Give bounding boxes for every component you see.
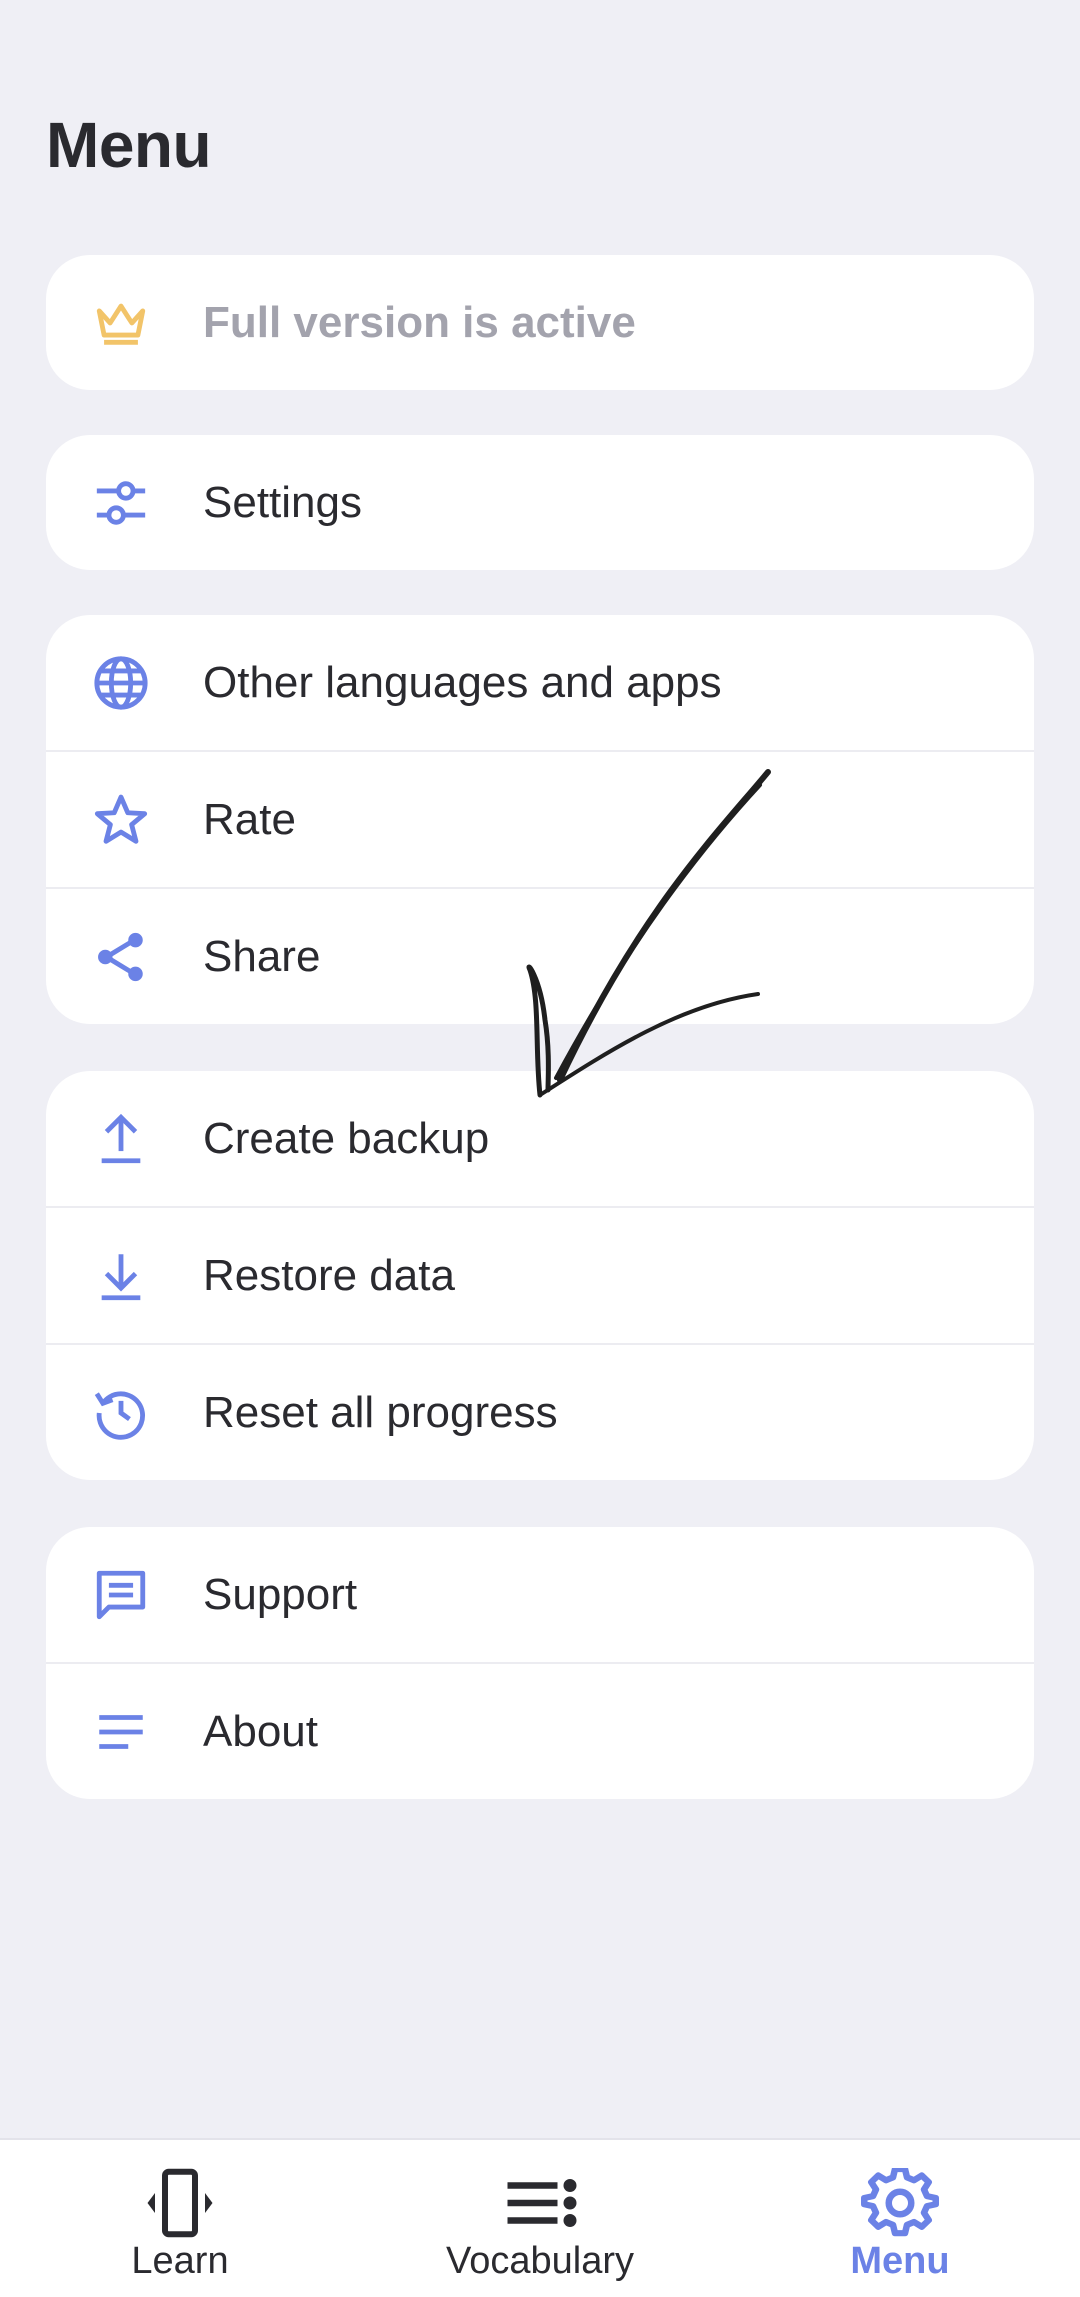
menu-item-full-version[interactable]: Full version is active	[46, 255, 1034, 390]
tab-label: Menu	[850, 2240, 950, 2282]
menu-item-restore-data[interactable]: Restore data	[46, 1206, 1034, 1343]
tab-vocabulary[interactable]: Vocabulary	[390, 2140, 690, 2297]
phone-swipe-icon	[140, 2168, 220, 2238]
page-title: Menu	[46, 109, 212, 181]
card-full-version: Full version is active	[46, 255, 1034, 390]
crown-icon	[92, 294, 150, 352]
menu-item-label: Rate	[203, 794, 296, 844]
menu-item-settings[interactable]: Settings	[46, 435, 1034, 570]
download-icon	[92, 1247, 150, 1305]
lines-icon	[92, 1703, 150, 1761]
menu-item-other-languages[interactable]: Other languages and apps	[46, 615, 1034, 750]
menu-item-reset-progress[interactable]: Reset all progress	[46, 1343, 1034, 1480]
gear-icon	[860, 2168, 940, 2238]
chat-icon	[92, 1566, 150, 1624]
menu-item-label: Restore data	[203, 1250, 455, 1300]
menu-item-label: Share	[203, 931, 321, 981]
share-icon	[92, 928, 150, 986]
menu-item-label: Support	[203, 1569, 358, 1619]
star-icon	[92, 791, 150, 849]
menu-screen: Menu Full version is active Settings Oth…	[0, 0, 1080, 2297]
globe-icon	[92, 654, 150, 712]
menu-item-label: Settings	[203, 477, 362, 527]
menu-item-rate[interactable]: Rate	[46, 750, 1034, 887]
menu-item-support[interactable]: Support	[46, 1527, 1034, 1662]
bottom-tab-bar: Learn Vocabulary Menu	[0, 2138, 1080, 2297]
tab-label: Learn	[131, 2240, 229, 2282]
tab-label: Vocabulary	[445, 2240, 634, 2282]
menu-item-share[interactable]: Share	[46, 887, 1034, 1024]
menu-item-label: About	[203, 1706, 318, 1756]
sliders-icon	[92, 474, 150, 532]
card-settings: Settings	[46, 435, 1034, 570]
menu-item-label: Full version is active	[203, 297, 636, 347]
card-help: Support About	[46, 1527, 1034, 1799]
menu-item-label: Reset all progress	[203, 1387, 558, 1437]
menu-item-about[interactable]: About	[46, 1662, 1034, 1799]
menu-item-label: Create backup	[203, 1113, 490, 1163]
menu-item-label: Other languages and apps	[203, 657, 722, 707]
card-community: Other languages and apps Rate Share	[46, 615, 1034, 1024]
list-icon	[500, 2168, 580, 2238]
history-icon	[92, 1384, 150, 1442]
upload-icon	[92, 1110, 150, 1168]
tab-learn[interactable]: Learn	[30, 2140, 330, 2297]
tab-menu[interactable]: Menu	[750, 2140, 1050, 2297]
card-data: Create backup Restore data Reset all pro…	[46, 1071, 1034, 1480]
menu-item-create-backup[interactable]: Create backup	[46, 1071, 1034, 1206]
